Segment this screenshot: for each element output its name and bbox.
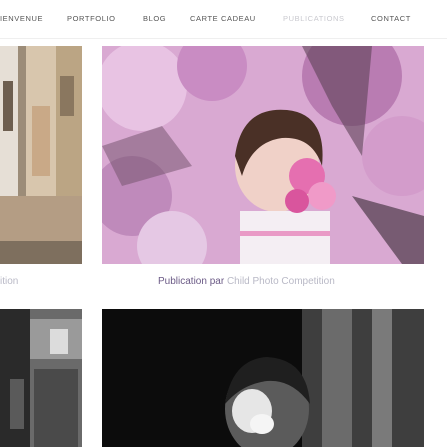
photo-bw-child-screen-light[interactable] bbox=[102, 309, 424, 447]
caption-prefix: Publication par bbox=[158, 276, 225, 287]
photo-street-thumbnail[interactable] bbox=[0, 46, 82, 264]
nav-item-bienvenue[interactable]: IENVENUE bbox=[0, 14, 43, 23]
publication-caption: Publication par Child Photo Competition bbox=[158, 276, 335, 287]
nav-divider bbox=[0, 38, 447, 39]
caption-left-fragment: ition bbox=[0, 276, 19, 287]
nav-item-blog[interactable]: BLOG bbox=[143, 14, 166, 23]
nav-item-publications[interactable]: PUBLICATIONS bbox=[283, 14, 345, 23]
nav-item-portfolio[interactable]: PORTFOLIO bbox=[67, 14, 116, 23]
main-navigation: IENVENUE PORTFOLIO BLOG CARTE CADEAU PUB… bbox=[0, 0, 447, 38]
nav-item-carte-cadeau[interactable]: CARTE CADEAU bbox=[190, 14, 256, 23]
photo-girl-with-flowers[interactable] bbox=[102, 46, 424, 264]
photo-bw-architecture[interactable] bbox=[0, 309, 82, 447]
nav-item-contact[interactable]: CONTACT bbox=[371, 14, 411, 23]
caption-link-child-photo-competition[interactable]: Child Photo Competition bbox=[227, 276, 335, 287]
